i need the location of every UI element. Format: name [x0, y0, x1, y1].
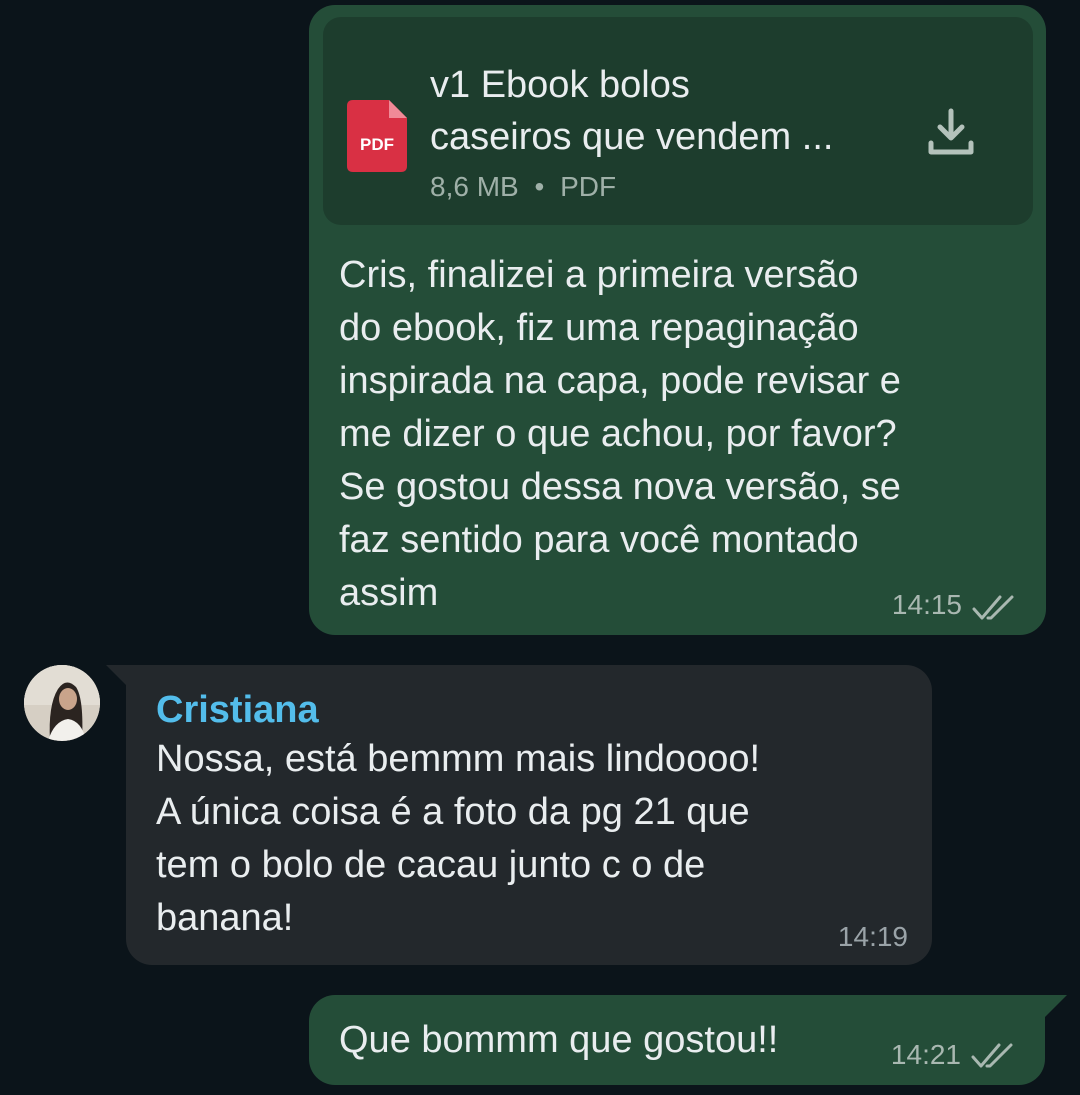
message-text: Que bommm que gostou!! [339, 1019, 779, 1061]
pdf-file-icon: PDF [347, 100, 407, 172]
sender-name[interactable]: Cristiana [156, 689, 319, 732]
incoming-message-bubble[interactable]: Cristiana Nossa, está bemmm mais lindooo… [126, 665, 932, 965]
double-check-icon [972, 595, 1014, 620]
file-name: v1 Ebook bolos caseiros que vendem ... [430, 64, 834, 158]
message-time: 14:15 [891, 589, 962, 620]
file-size: 8,6 MB [430, 171, 519, 202]
bubble-tail [1043, 995, 1067, 1019]
message-time: 14:21 [890, 1039, 961, 1070]
message-text: Nossa, está bemmm mais lindoooo! A única… [156, 738, 761, 939]
double-check-icon [971, 1043, 1013, 1068]
message-time: 14:19 [837, 921, 908, 952]
avatar-image [24, 665, 100, 741]
download-icon[interactable] [923, 105, 979, 161]
file-meta: 8,6 MB • PDF [430, 171, 616, 203]
outgoing-message-bubble[interactable]: Que bommm que gostou!! 14:21 [309, 995, 1045, 1085]
file-type: PDF [560, 171, 617, 202]
outgoing-message-bubble[interactable]: PDF v1 Ebook bolos caseiros que vendem .… [309, 5, 1046, 635]
meta-separator: • [534, 171, 545, 202]
pdf-attachment-card[interactable]: PDF v1 Ebook bolos caseiros que vendem .… [323, 17, 1033, 225]
message-text: Cris, finalizei a primeira versão do ebo… [339, 254, 901, 614]
pdf-icon-label: PDF [360, 135, 394, 154]
avatar[interactable] [24, 665, 100, 741]
